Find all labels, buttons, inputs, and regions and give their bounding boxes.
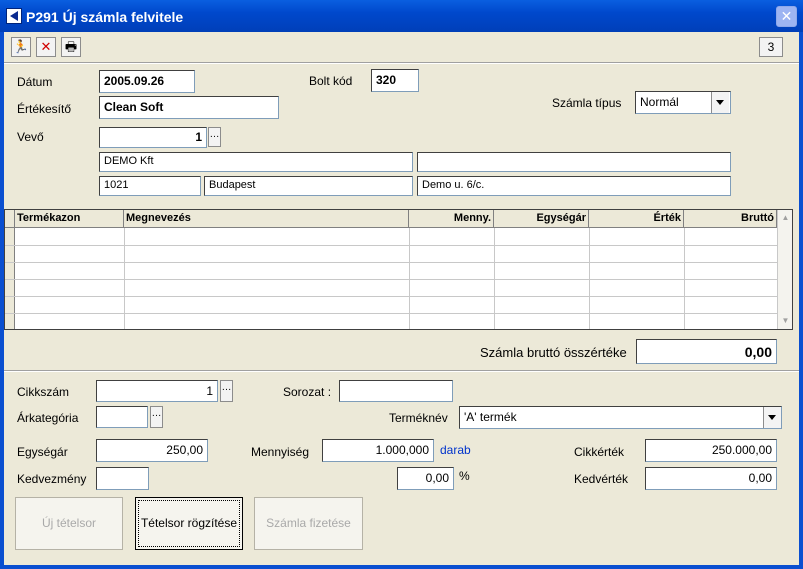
- date-label: Dátum: [17, 75, 53, 89]
- window-frame-bottom: [0, 565, 803, 569]
- print-icon[interactable]: 🖶: [61, 37, 81, 57]
- grid-line: [684, 228, 685, 329]
- chevron-down-icon[interactable]: [763, 407, 781, 428]
- grid-line: [409, 228, 410, 329]
- save-line-button[interactable]: Tételsor rögzítése: [135, 497, 243, 550]
- invoice-type-value: Normál: [640, 95, 679, 109]
- column-header[interactable]: Menny.: [409, 210, 494, 228]
- buyer-name2-field[interactable]: [417, 152, 731, 172]
- buyer-zip-field[interactable]: 1021: [99, 176, 201, 196]
- discount-label: Kedvezmény: [17, 472, 87, 486]
- window-title: P291 Új számla felvitele: [26, 9, 184, 25]
- row-indicator-header: [5, 210, 15, 228]
- column-header[interactable]: Megnevezés: [124, 210, 409, 228]
- grid-line: [5, 296, 777, 297]
- price-category-label: Árkategória: [17, 411, 79, 425]
- product-name-label: Terméknév: [389, 411, 448, 425]
- shop-code-field[interactable]: 320: [371, 69, 419, 92]
- column-header[interactable]: Egységár: [494, 210, 589, 228]
- scroll-up-icon[interactable]: ▲: [778, 210, 793, 226]
- scroll-down-icon[interactable]: ▼: [778, 313, 793, 329]
- series-field[interactable]: [339, 380, 453, 402]
- grid-line: [5, 279, 777, 280]
- item-value-field[interactable]: 250.000,00: [645, 439, 777, 462]
- buyer-lookup-button[interactable]: …: [208, 127, 221, 147]
- delete-icon[interactable]: ✕: [36, 37, 56, 57]
- article-no-field[interactable]: 1: [96, 380, 218, 402]
- buyer-city-field[interactable]: Budapest: [204, 176, 413, 196]
- invoice-type-label: Számla típus: [552, 96, 622, 110]
- grid-line: [5, 262, 777, 263]
- app-icon[interactable]: [6, 8, 22, 24]
- series-label: Sorozat :: [283, 385, 332, 399]
- grid-line: [5, 245, 777, 246]
- page-number: 3: [759, 37, 783, 57]
- product-name-value: 'A' termék: [464, 410, 517, 424]
- column-header[interactable]: Érték: [589, 210, 684, 228]
- new-line-button[interactable]: Új tételsor: [15, 497, 123, 550]
- quantity-unit: darab: [440, 443, 471, 457]
- quantity-label: Mennyiség: [251, 445, 310, 459]
- date-field[interactable]: 2005.09.26: [99, 70, 195, 93]
- buyer-code-field[interactable]: 1: [99, 127, 207, 148]
- price-category-lookup-button[interactable]: …: [150, 406, 163, 428]
- unit-price-label: Egységár: [17, 445, 68, 459]
- column-header[interactable]: Termékazon: [15, 210, 124, 228]
- seller-field[interactable]: Clean Soft: [99, 96, 279, 119]
- buyer-label: Vevő: [17, 130, 44, 144]
- column-header[interactable]: Bruttó: [684, 210, 777, 228]
- gross-total-label: Számla bruttó összértéke: [480, 345, 627, 360]
- item-value-label: Cikkérték: [574, 445, 625, 459]
- discount-value-label: Kedvérték: [574, 472, 629, 486]
- grid-scrollbar[interactable]: ▲ ▼: [777, 210, 792, 329]
- shop-code-label: Bolt kód: [309, 74, 353, 88]
- grid-line: [124, 228, 125, 329]
- discount-value-field[interactable]: 0,00: [645, 467, 777, 490]
- grid-line: [494, 228, 495, 329]
- price-category-field[interactable]: [96, 406, 148, 428]
- close-icon[interactable]: ✕: [776, 6, 797, 27]
- unit-price-field[interactable]: 250,00: [96, 439, 208, 462]
- article-no-label: Cikkszám: [17, 385, 70, 399]
- article-lookup-button[interactable]: …: [220, 380, 233, 402]
- divider: [4, 62, 799, 64]
- grid-line: [5, 313, 777, 314]
- percent-sign: %: [459, 469, 470, 483]
- discount-percent-field[interactable]: 0,00: [397, 467, 454, 490]
- items-grid[interactable]: Termékazon Megnevezés Menny. Egységár Ér…: [4, 209, 793, 330]
- buyer-street-field[interactable]: Demo u. 6/c.: [417, 176, 731, 196]
- seller-label: Értékesítő: [17, 102, 72, 116]
- chevron-down-icon[interactable]: [711, 92, 729, 113]
- grid-line: [589, 228, 590, 329]
- product-name-select[interactable]: 'A' termék: [459, 406, 782, 429]
- discount-field[interactable]: [96, 467, 149, 490]
- divider: [4, 370, 799, 372]
- pay-invoice-button[interactable]: Számla fizetése: [254, 497, 363, 550]
- title-bar: P291 Új számla felvitele ✕: [0, 0, 803, 32]
- quantity-field[interactable]: 1.000,000: [322, 439, 434, 462]
- buyer-name-field[interactable]: DEMO Kft: [99, 152, 413, 172]
- gross-total-field: 0,00: [636, 339, 777, 364]
- window-frame-right: [799, 32, 803, 569]
- exit-icon[interactable]: 🏃: [11, 37, 31, 57]
